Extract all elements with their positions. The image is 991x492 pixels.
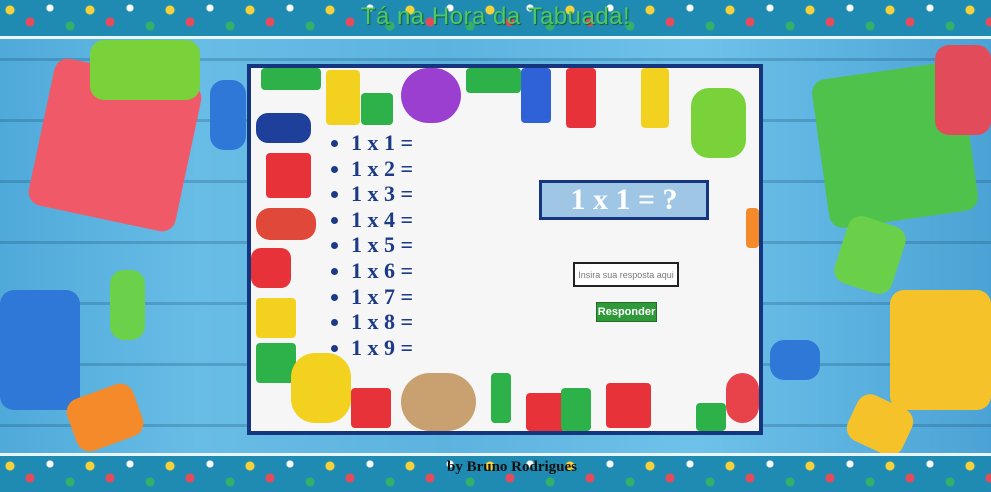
toy-decoration	[561, 388, 591, 431]
toy-decoration	[256, 113, 311, 143]
tabuada-item: 1 x 8 =	[351, 309, 413, 335]
tabuada-list: 1 x 1 =1 x 2 =1 x 3 =1 x 4 =1 x 5 =1 x 6…	[329, 130, 413, 360]
toy-decoration	[726, 373, 759, 423]
toy-decoration	[256, 208, 316, 240]
toy-decoration	[466, 68, 521, 93]
toy-decoration	[521, 68, 551, 123]
tabuada-item: 1 x 3 =	[351, 181, 413, 207]
tabuada-item: 1 x 6 =	[351, 258, 413, 284]
toy-decoration	[261, 68, 321, 90]
toy-decoration	[696, 403, 726, 431]
toy-decoration	[251, 248, 291, 288]
tabuada-item: 1 x 1 =	[351, 130, 413, 156]
puzzle-piece-decoration	[890, 290, 991, 410]
puzzle-piece-decoration	[110, 270, 145, 340]
toy-decoration	[526, 393, 566, 431]
toy-decoration	[401, 373, 476, 431]
tabuada-card: 1 x 1 =1 x 2 =1 x 3 =1 x 4 =1 x 5 =1 x 6…	[247, 64, 763, 435]
page-title: Tá na Hora da Tabuada!	[360, 3, 631, 30]
tabuada-item: 1 x 4 =	[351, 207, 413, 233]
toy-decoration	[566, 68, 596, 128]
puzzle-piece-decoration	[210, 80, 246, 150]
author-credit: by Bruno Rodrigues	[446, 459, 578, 475]
puzzle-piece-decoration	[935, 45, 991, 135]
tabuada-item: 1 x 7 =	[351, 284, 413, 310]
toy-decoration	[746, 208, 759, 248]
tabuada-item: 1 x 5 =	[351, 232, 413, 258]
submit-button[interactable]: Responder	[596, 302, 657, 322]
toy-decoration	[361, 93, 393, 125]
toy-decoration	[326, 70, 360, 125]
puzzle-piece-decoration	[0, 290, 80, 410]
toy-decoration	[291, 353, 351, 423]
toy-decoration	[256, 298, 296, 338]
toy-decoration	[606, 383, 651, 428]
puzzle-piece-decoration	[770, 340, 820, 380]
toy-decoration	[351, 388, 391, 428]
toy-decoration	[266, 153, 311, 198]
toy-decoration	[256, 343, 296, 383]
tabuada-item: 1 x 9 =	[351, 335, 413, 361]
puzzle-piece-decoration	[90, 40, 200, 100]
toy-decoration	[641, 68, 669, 128]
tabuada-item: 1 x 2 =	[351, 156, 413, 182]
toy-decoration	[491, 373, 511, 423]
question-display: 1 x 1 = ?	[539, 180, 709, 220]
toy-decoration	[691, 88, 746, 158]
answer-input[interactable]	[573, 262, 679, 287]
toy-decoration	[401, 68, 461, 123]
